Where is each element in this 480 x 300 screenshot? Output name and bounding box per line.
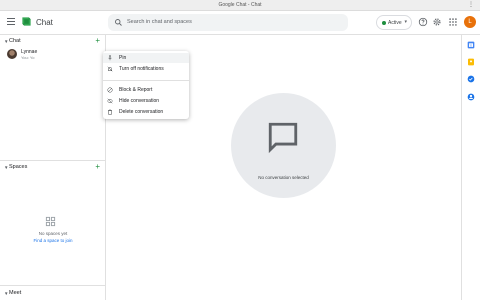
- account-avatar[interactable]: L: [464, 16, 476, 28]
- spaces-section-header[interactable]: ▼ Spaces +: [0, 162, 106, 173]
- apps-grid-icon[interactable]: [448, 17, 458, 27]
- menu-item-block-report[interactable]: Block & Report: [103, 85, 189, 95]
- search-placeholder: Search in chat and spaces: [127, 19, 192, 25]
- divider: [0, 285, 106, 286]
- bell-off-icon: [107, 66, 113, 72]
- chevron-down-icon: ▾: [404, 19, 407, 25]
- pin-icon: [108, 55, 112, 61]
- chat-logo: [22, 17, 31, 26]
- spaces-section-label: Spaces: [9, 164, 28, 170]
- menu-item-hide-conversation[interactable]: Hide conversation: [103, 96, 189, 106]
- keep-icon[interactable]: [467, 58, 475, 66]
- menu-item-label: Hide conversation: [119, 98, 160, 104]
- chat-section-header[interactable]: ▼ Chat +: [0, 36, 106, 47]
- menu-item-label: Delete conversation: [119, 109, 164, 115]
- status-label: Active: [388, 20, 402, 26]
- empty-state-text: No conversation selected: [258, 175, 309, 180]
- menu-item-label: Block & Report: [119, 87, 153, 93]
- contacts-icon[interactable]: [467, 93, 475, 101]
- window-titlebar: Google Chat - Chat ⋮: [0, 0, 480, 11]
- sidebar: ▼ Chat + Lynnae You: Yo ▼ Spaces + No sp…: [0, 35, 106, 300]
- new-space-plus-icon[interactable]: +: [95, 162, 100, 171]
- empty-state: No conversation selected: [231, 93, 336, 198]
- settings-icon[interactable]: [432, 17, 442, 27]
- menu-icon[interactable]: [7, 18, 15, 26]
- tasks-icon[interactable]: [467, 75, 475, 83]
- find-space-link[interactable]: Find a space to join: [0, 238, 106, 243]
- chat-section-label: Chat: [9, 38, 21, 44]
- menu-divider: [103, 80, 189, 81]
- search-input[interactable]: Search in chat and spaces: [108, 14, 348, 31]
- divider: [0, 160, 106, 161]
- app-header: Chat Search in chat and spaces Active ▾ …: [0, 11, 480, 35]
- side-panel-rail: 31: [461, 35, 480, 300]
- conversation-context-menu: Pin Turn off notifications Block & Repor…: [103, 51, 189, 119]
- meet-section-header[interactable]: ▼ Meet: [0, 289, 106, 299]
- trash-icon: [108, 109, 112, 115]
- status-dot: [382, 21, 386, 25]
- window-title: Google Chat - Chat: [218, 2, 262, 8]
- menu-item-label: Turn off notifications: [119, 66, 164, 72]
- spaces-grid-icon: [45, 216, 56, 227]
- dm-last-message: You: Yo: [21, 55, 35, 60]
- new-chat-plus-icon[interactable]: +: [95, 36, 100, 45]
- hide-icon: [107, 98, 113, 104]
- menu-item-label: Pin: [119, 55, 127, 61]
- menu-item-pin[interactable]: Pin: [103, 53, 189, 63]
- calendar-icon[interactable]: 31: [467, 41, 475, 49]
- chevron-down-icon: ▼: [4, 291, 9, 296]
- message-icon: [268, 122, 298, 154]
- status-selector[interactable]: Active ▾: [376, 15, 412, 30]
- chevron-down-icon: ▼: [4, 39, 9, 44]
- block-icon: [107, 87, 113, 93]
- menu-item-turn-off-notifications[interactable]: Turn off notifications: [103, 64, 189, 74]
- dm-list-item[interactable]: Lynnae You: Yo: [0, 48, 106, 62]
- search-icon: [115, 19, 122, 26]
- help-icon[interactable]: [418, 17, 428, 27]
- window-menu-icon[interactable]: ⋮: [468, 1, 474, 8]
- app-name: Chat: [36, 18, 53, 27]
- avatar: [7, 49, 17, 59]
- menu-item-delete-conversation[interactable]: Delete conversation: [103, 107, 189, 117]
- no-spaces-text: No spaces yet: [38, 231, 68, 236]
- meet-section-label: Meet: [9, 290, 22, 296]
- chevron-down-icon: ▼: [4, 165, 9, 170]
